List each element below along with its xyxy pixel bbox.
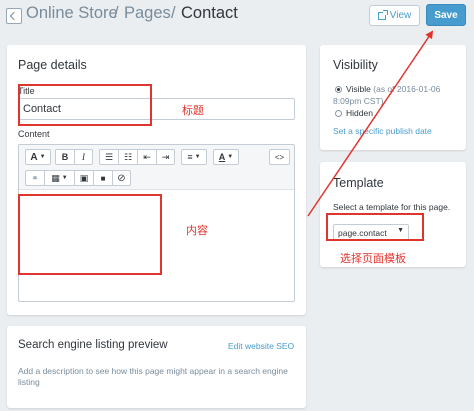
annotation-arrow [307,30,434,217]
